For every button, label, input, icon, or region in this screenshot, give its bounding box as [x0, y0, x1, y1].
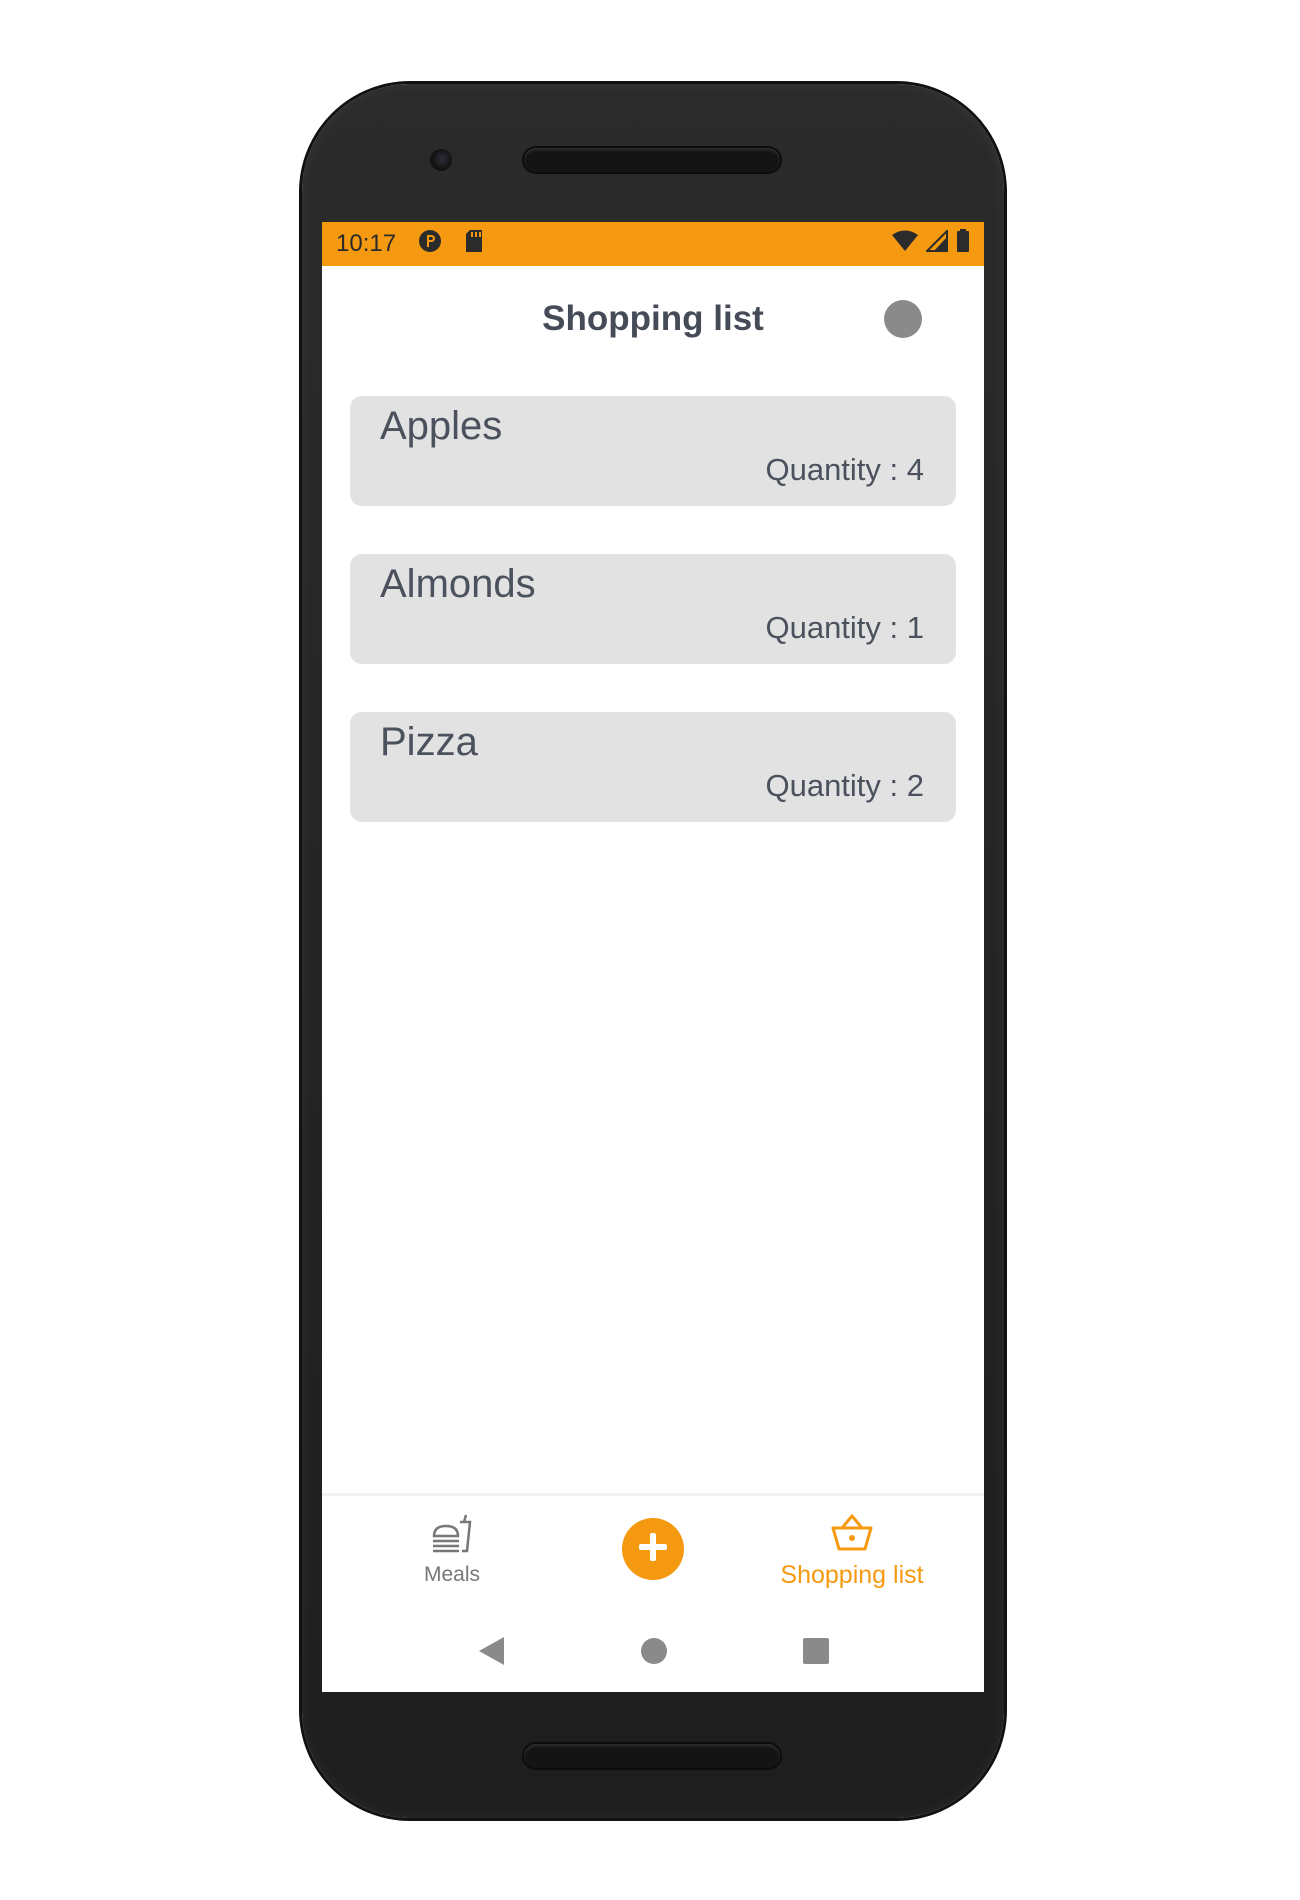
list-item[interactable]: Apples Quantity : 4 [350, 396, 956, 506]
nav-label-meals: Meals [423, 1563, 481, 1586]
wifi-icon [892, 230, 918, 259]
item-name: Apples [380, 404, 503, 448]
app-header: Shopping list [322, 266, 984, 372]
bottom-navigation: Meals Shopping list [322, 1493, 984, 1609]
list-item[interactable]: Pizza Quantity : 2 [350, 712, 956, 822]
system-navigation-bar [322, 1609, 984, 1692]
back-icon[interactable] [476, 1635, 506, 1667]
bottom-speaker [524, 1744, 780, 1768]
battery-icon [956, 228, 970, 260]
meals-icon [430, 1514, 474, 1559]
item-quantity: Quantity : 1 [765, 610, 924, 645]
sd-card-icon [464, 229, 484, 260]
page-title: Shopping list [542, 299, 764, 338]
item-quantity: Quantity : 4 [765, 452, 924, 487]
nav-item-meals[interactable]: Meals [392, 1514, 512, 1587]
front-camera [430, 149, 452, 171]
p-badge-icon [418, 229, 442, 260]
cell-signal-icon [924, 228, 948, 259]
status-time: 10:17 [336, 230, 397, 257]
recents-icon[interactable] [802, 1637, 830, 1665]
item-name: Almonds [380, 562, 536, 606]
basket-icon [830, 1514, 874, 1557]
add-item-button[interactable] [622, 1518, 684, 1580]
profile-dot-icon[interactable] [884, 300, 922, 338]
top-speaker [524, 148, 780, 172]
list-item[interactable]: Almonds Quantity : 1 [350, 554, 956, 664]
item-name: Pizza [380, 720, 478, 764]
phone-frame: 10:17 Shopping list Apples Quantity: 4 … [302, 84, 1004, 1818]
item-quantity: Quantity : 2 [765, 768, 924, 803]
shopping-list: Apples Quantity : 4 Almonds Quantity : 1… [322, 372, 984, 822]
plus-icon [636, 1530, 670, 1569]
status-bar: 10:17 [322, 222, 984, 266]
nav-item-shopping-list[interactable]: Shopping list [762, 1514, 942, 1590]
app-screen: 10:17 Shopping list Apples Quantity: 4 … [322, 222, 984, 1692]
home-icon[interactable] [640, 1637, 668, 1665]
nav-label-shopping-list: Shopping list [780, 1561, 924, 1589]
